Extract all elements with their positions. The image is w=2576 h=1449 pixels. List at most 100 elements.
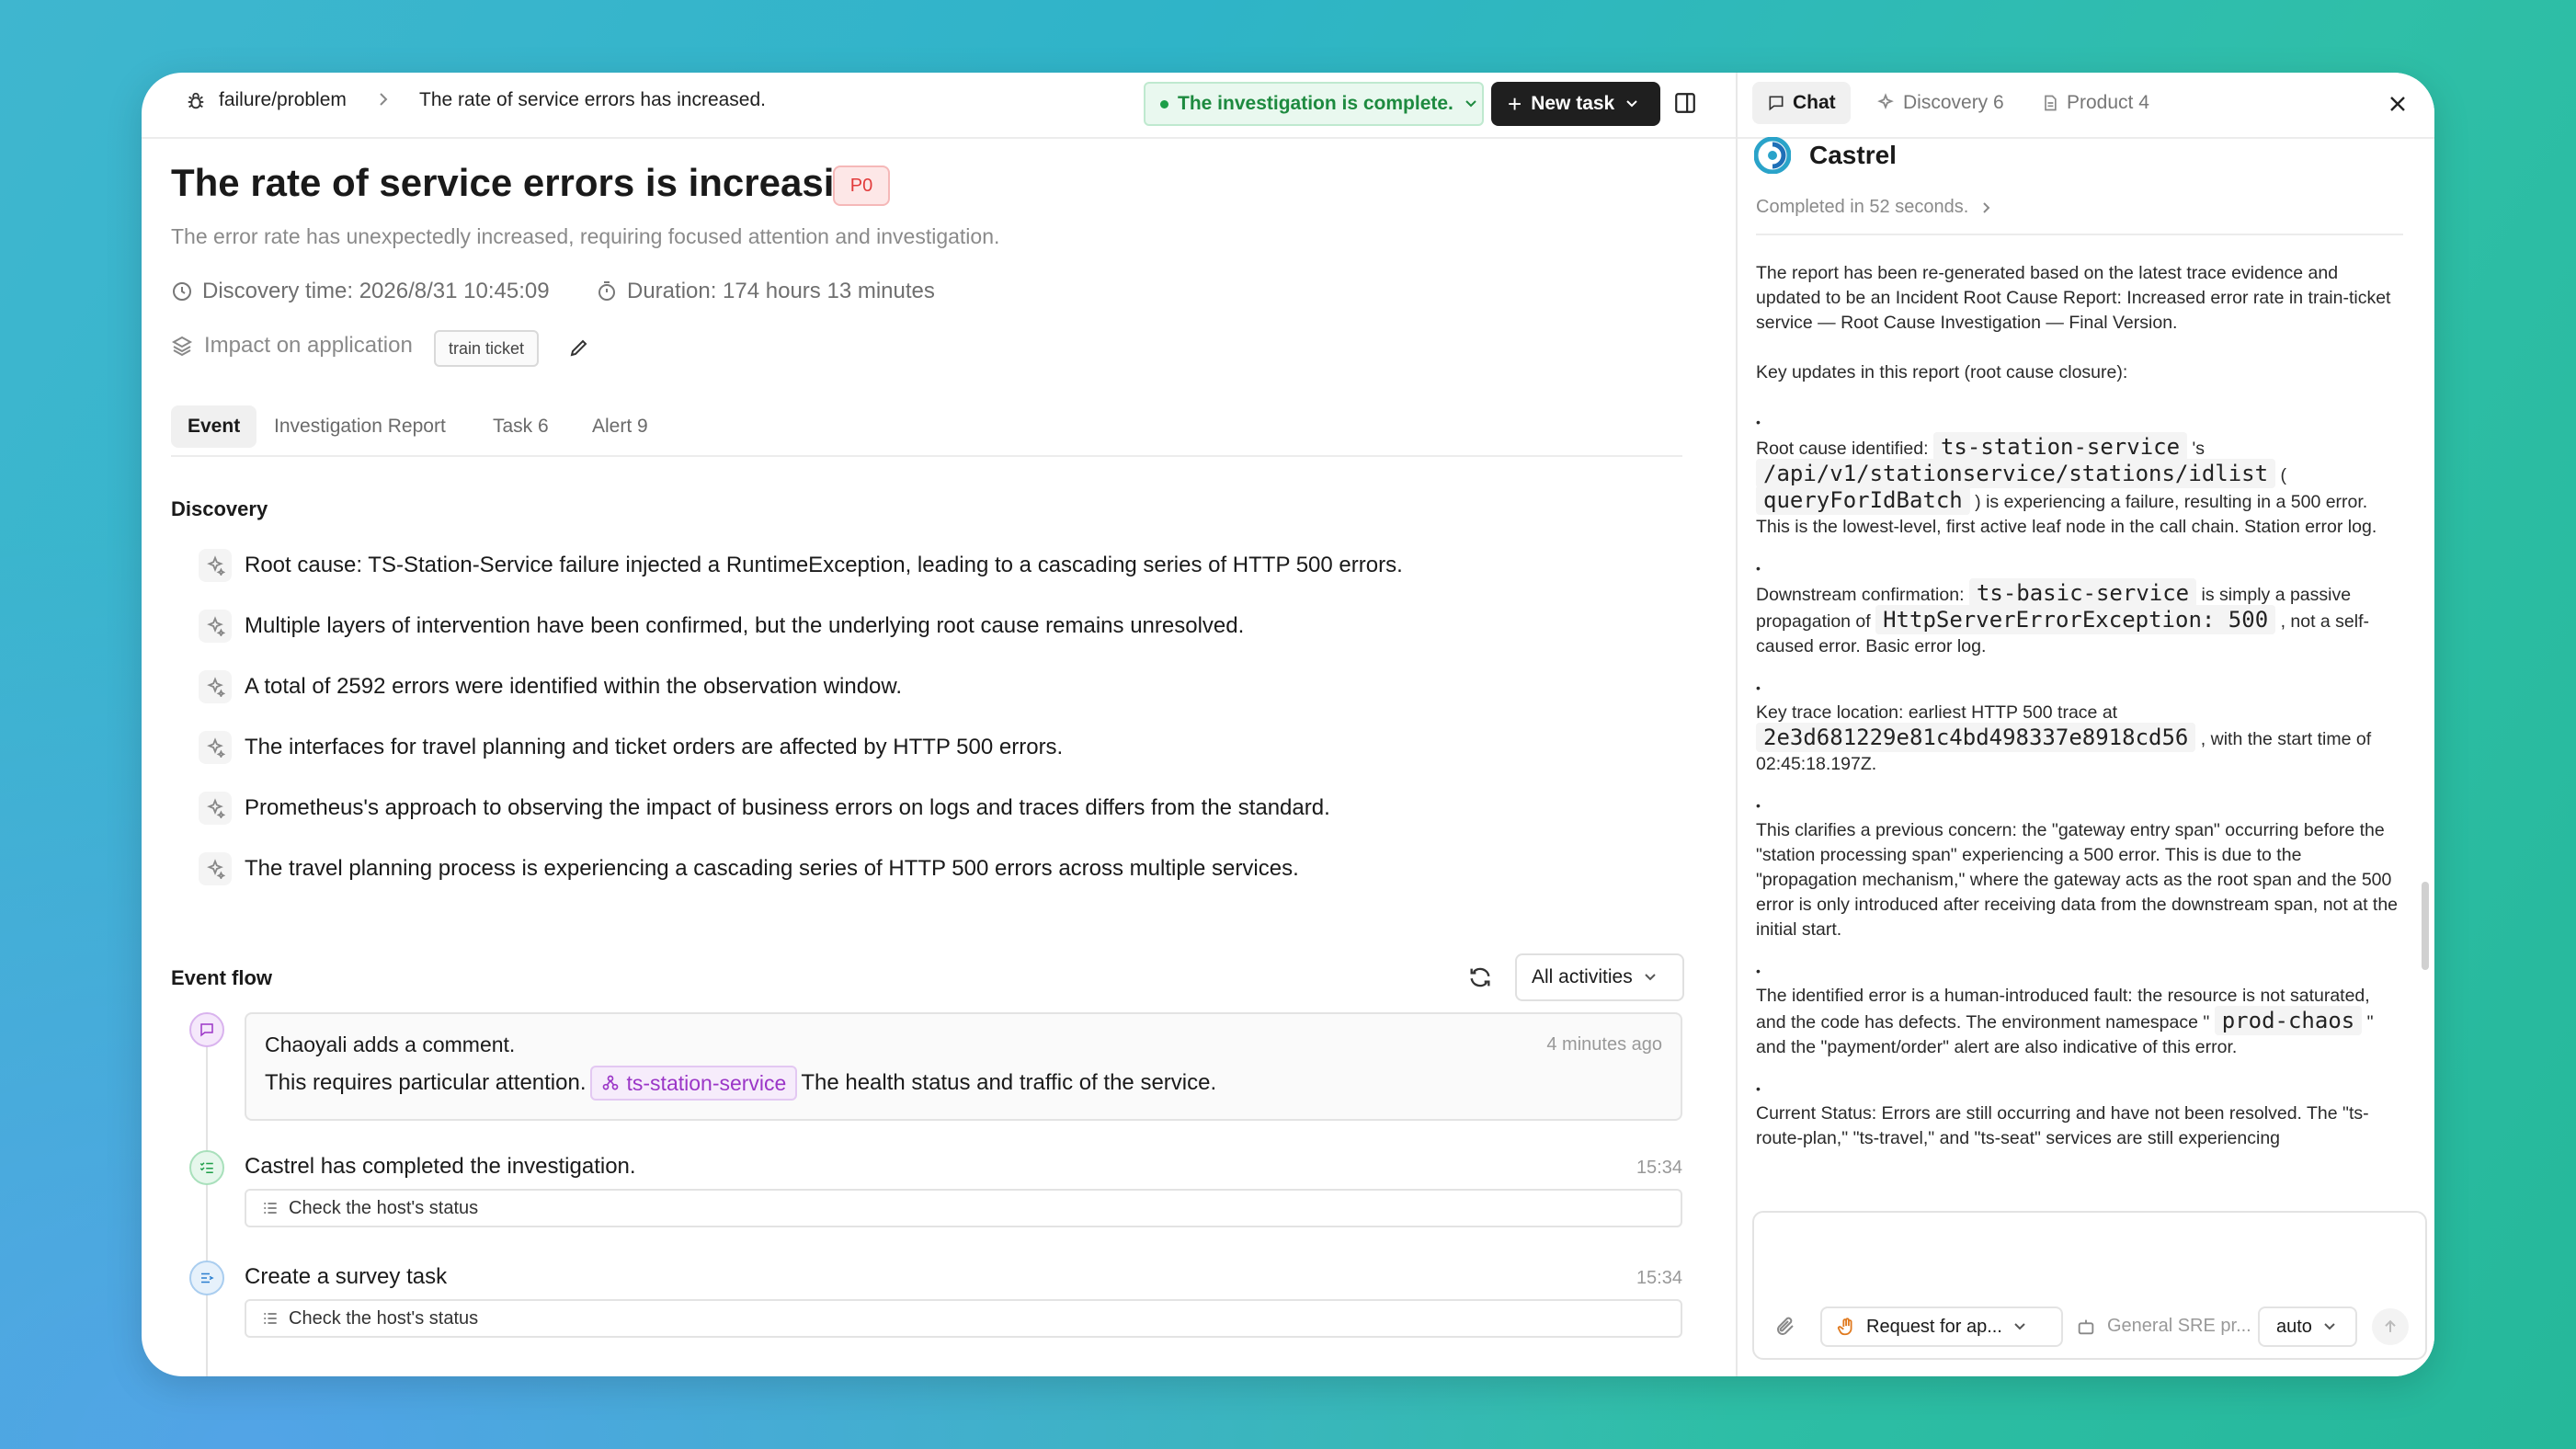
activities-filter-dropdown[interactable]: All activities <box>1515 953 1684 1001</box>
send-button[interactable] <box>2372 1308 2409 1345</box>
status-dot <box>1160 99 1168 108</box>
completion-status[interactable]: Completed in 52 seconds. <box>1756 197 1992 218</box>
timeline-line <box>206 1029 208 1376</box>
discovery-text: Multiple layers of intervention have bee… <box>245 613 1245 638</box>
comment-text: The health status and traffic of the ser… <box>801 1070 1217 1095</box>
investigation-status-dropdown[interactable]: The investigation is complete. <box>1144 82 1484 126</box>
layers-icon <box>171 336 193 357</box>
approval-mode-dropdown[interactable]: Request for ap... <box>1820 1306 2063 1347</box>
discovery-time-text: Discovery time: 2026/8/31 10:45:09 <box>202 279 550 303</box>
discovery-text: Root cause: TS-Station-Service failure i… <box>245 553 1403 577</box>
discovery-text: A total of 2592 errors were identified w… <box>245 674 903 699</box>
code-span: 2e3d681229e81c4bd498337e8918cd56 <box>1756 723 2196 752</box>
event-task-card[interactable]: Check the host's status <box>245 1189 1682 1227</box>
chevron-down-icon <box>2014 1323 2025 1330</box>
sparkle-icon <box>199 731 232 764</box>
divider <box>1756 234 2403 235</box>
duration-text: Duration: 174 hours 13 minutes <box>627 279 935 303</box>
discovery-text: The interfaces for travel planning and t… <box>245 735 1064 759</box>
discovery-item: The interfaces for travel planning and t… <box>199 731 1063 764</box>
completion-text: Completed in 52 seconds. <box>1756 197 1969 217</box>
report-bullet: Downstream confirmation: ts-basic-servic… <box>1756 578 2403 659</box>
breadcrumb-separator-icon <box>377 89 390 109</box>
report-bullet: This clarifies a previous concern: the "… <box>1756 820 2399 940</box>
tab-product[interactable]: Product 4 <box>2041 82 2149 124</box>
edit-icon[interactable] <box>568 337 590 363</box>
clock-icon <box>173 282 191 301</box>
tab-product-label: Product 4 <box>2067 92 2149 113</box>
document-icon <box>2045 95 2057 111</box>
top-bar: failure/problem The rate of service erro… <box>142 73 1736 139</box>
assistant-header: Castrel <box>1754 137 1897 174</box>
report-text: Key trace location: earliest HTTP 500 tr… <box>1756 702 2118 723</box>
tab-bar: Event Investigation Report Task 6 Alert … <box>171 405 1682 457</box>
page-title: The rate of service errors is increasing… <box>171 161 893 204</box>
chat-icon <box>1769 96 1784 111</box>
tab-chat[interactable]: Chat <box>1752 82 1851 124</box>
event-task-card[interactable]: Check the host's status <box>245 1299 1682 1338</box>
impact-tag[interactable]: train ticket <box>434 330 540 367</box>
mode-dropdown[interactable]: auto <box>2258 1306 2357 1347</box>
report-text: Root cause identified: <box>1756 439 1929 459</box>
discovery-item: Multiple layers of intervention have bee… <box>199 610 1244 643</box>
comment-text: This requires particular attention. <box>265 1070 587 1095</box>
chevron-down-icon <box>1644 974 1656 981</box>
event-time: 15:34 <box>1636 1268 1682 1288</box>
sparkle-icon <box>199 792 232 825</box>
attach-icon[interactable] <box>1774 1316 1796 1342</box>
tab-discovery[interactable]: Discovery 6 <box>1875 82 2004 124</box>
new-task-label: New task <box>1531 93 1615 114</box>
tab-event[interactable]: Event <box>171 405 257 448</box>
bug-icon <box>186 91 206 116</box>
code-span: prod-chaos <box>2214 1006 2363 1035</box>
event-flow-heading: Event flow <box>171 966 273 989</box>
status-label: The investigation is complete. <box>1178 93 1453 114</box>
incident-description: The error rate has unexpectedly increase… <box>171 224 1000 248</box>
discovery-item: Root cause: TS-Station-Service failure i… <box>199 549 1403 582</box>
duration: Duration: 174 hours 13 minutes <box>596 279 935 304</box>
bullet: • <box>1756 798 1761 813</box>
tab-alert[interactable]: Alert 9 <box>592 405 648 448</box>
assistant-name: Castrel <box>1809 141 1897 169</box>
event-title: Create a survey task <box>245 1264 448 1289</box>
agent-selector[interactable]: General SRE pr... <box>2076 1316 2251 1337</box>
mode-label: auto <box>2276 1316 2312 1337</box>
plus-icon: + <box>1508 89 1522 118</box>
impact-label: Impact on application <box>204 333 413 358</box>
task-icon <box>189 1261 224 1295</box>
code-span: queryForIdBatch <box>1756 485 1970 515</box>
report-intro: The report has been re-generated based o… <box>1756 263 2391 333</box>
activities-filter-label: All activities <box>1532 966 1633 987</box>
timer-icon <box>598 281 615 301</box>
sparkle-icon <box>199 610 232 643</box>
discovery-time: Discovery time: 2026/8/31 10:45:09 <box>171 279 550 304</box>
bullet: • <box>1756 561 1761 576</box>
service-name: ts-station-service <box>626 1070 787 1095</box>
tab-task[interactable]: Task 6 <box>493 405 549 448</box>
breadcrumb-root[interactable]: failure/problem <box>219 89 347 111</box>
report-bullet: Root cause identified: ts-station-servic… <box>1756 432 2403 540</box>
bullet: • <box>1756 964 1761 978</box>
code-span: ts-station-service <box>1932 432 2188 462</box>
close-icon[interactable] <box>2387 93 2409 120</box>
refresh-icon[interactable] <box>1467 964 1493 995</box>
breadcrumb-current: The rate of service errors has increased… <box>419 89 766 110</box>
code-span: HttpServerErrorException: 500 <box>1875 605 2276 634</box>
bullet: • <box>1756 415 1761 429</box>
discovery-item: The travel planning process is experienc… <box>199 852 1299 885</box>
service-mention-chip[interactable]: ts-station-service <box>589 1066 798 1101</box>
chat-composer[interactable]: Request for ap... General SRE pr... auto <box>1752 1211 2427 1360</box>
checklist-icon <box>189 1150 224 1185</box>
toggle-panel-icon[interactable] <box>1673 91 1699 117</box>
chevron-down-icon <box>1465 100 1476 108</box>
discovery-item: Prometheus's approach to observing the i… <box>199 792 1330 825</box>
report-text: ( <box>2280 465 2287 485</box>
tab-investigation-report[interactable]: Investigation Report <box>274 405 446 448</box>
tab-discovery-label: Discovery 6 <box>1903 92 2004 113</box>
event-title: Castrel has completed the investigation. <box>245 1154 636 1179</box>
right-tab-bar: Chat Discovery 6 Product 4 <box>1738 73 2434 139</box>
code-span: ts-basic-service <box>1968 578 2197 608</box>
agent-label: General SRE pr... <box>2107 1316 2251 1336</box>
new-task-button[interactable]: + New task <box>1491 82 1660 126</box>
scrollbar[interactable] <box>2422 882 2429 970</box>
